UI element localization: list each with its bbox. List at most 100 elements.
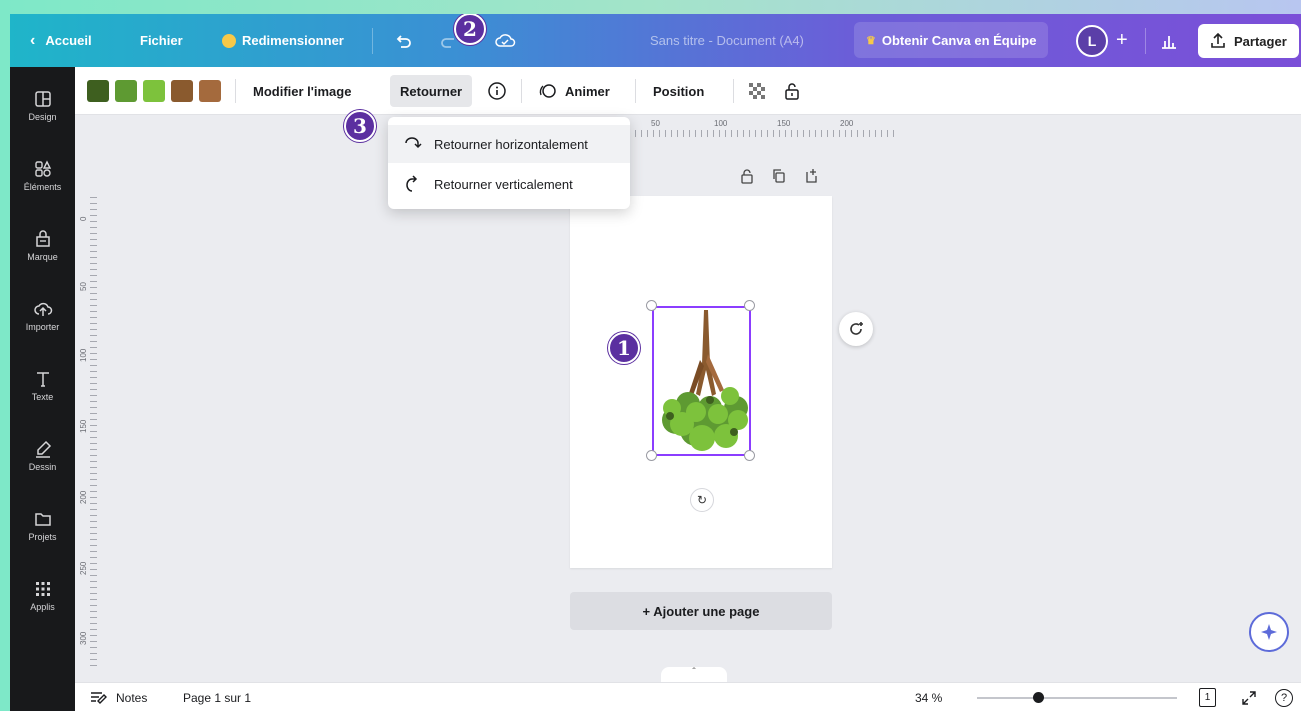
sidebar-item-elements[interactable]: Éléments <box>10 159 75 219</box>
position-button[interactable]: Position <box>653 67 704 115</box>
shapes-icon <box>34 160 51 177</box>
sidebar-item-draw[interactable]: Dessin <box>10 439 75 499</box>
step-badge-2: 2 <box>454 14 486 45</box>
notes-icon <box>91 691 107 704</box>
back-home-button[interactable]: ‹ Accueil <box>30 14 92 67</box>
resize-label: Redimensionner <box>242 33 344 48</box>
magic-assistant-button[interactable] <box>1249 612 1289 652</box>
insights-button[interactable] <box>1160 14 1178 67</box>
resize-button[interactable]: Redimensionner <box>222 14 344 67</box>
back-home-label: Accueil <box>45 33 92 48</box>
crown-icon: ♛ <box>866 34 876 47</box>
flip-horizontal-label: Retourner horizontalement <box>434 136 588 152</box>
ruler-tick: 100 <box>79 348 88 362</box>
resize-handle[interactable] <box>646 300 657 311</box>
zoom-slider-knob[interactable] <box>1033 692 1044 703</box>
sidebar-item-apps[interactable]: Applis <box>10 579 75 639</box>
rotate-handle[interactable]: ↻ <box>690 488 714 512</box>
transparency-button[interactable] <box>747 67 767 115</box>
get-canva-teams-button[interactable]: ♛ Obtenir Canva en Équipe <box>854 22 1049 58</box>
lock-button[interactable] <box>783 67 801 115</box>
share-label: Partager <box>1234 33 1287 49</box>
info-button[interactable] <box>487 67 507 115</box>
color-swatch[interactable] <box>87 80 109 102</box>
page-grid-button[interactable]: 1 <box>1199 683 1216 711</box>
color-swatch[interactable] <box>115 80 137 102</box>
canva-editor: ‹ Accueil Fichier Redimensionner Sans ti… <box>10 14 1301 711</box>
help-icon: ? <box>1275 688 1293 707</box>
resize-handle[interactable] <box>646 450 657 461</box>
undo-icon <box>396 34 411 48</box>
resize-handle[interactable] <box>744 450 755 461</box>
left-sidebar: Design Éléments Marque Importer Texte De… <box>10 67 75 711</box>
top-bar: ‹ Accueil Fichier Redimensionner Sans ti… <box>10 14 1301 67</box>
fullscreen-button[interactable] <box>1241 683 1257 711</box>
sparkle-icon <box>1261 624 1277 640</box>
sidebar-item-label: Dessin <box>28 462 57 472</box>
help-button[interactable]: ? <box>1275 683 1293 711</box>
ruler-tick: 200 <box>79 490 88 504</box>
avatar[interactable]: L <box>1076 24 1108 58</box>
divider <box>733 79 734 103</box>
sidebar-item-label: Éléments <box>23 182 62 192</box>
page-count-icon: 1 <box>1199 688 1216 707</box>
lock-icon[interactable] <box>740 168 754 184</box>
flip-button[interactable]: Retourner <box>390 75 473 107</box>
divider <box>521 79 522 103</box>
sidebar-item-projects[interactable]: Projets <box>10 509 75 569</box>
animate-label: Animer <box>565 83 610 99</box>
undo-button[interactable] <box>394 14 412 67</box>
resize-handle[interactable] <box>744 300 755 311</box>
sidebar-item-label: Applis <box>30 602 55 612</box>
ruler-tick: 50 <box>651 119 660 128</box>
regenerate-button[interactable] <box>839 312 873 346</box>
sidebar-item-upload[interactable]: Importer <box>10 299 75 359</box>
add-page-button[interactable]: + Ajouter une page <box>570 592 832 630</box>
document-title[interactable]: Sans titre - Document (A4) <box>650 14 804 67</box>
ruler-ticks <box>90 197 97 667</box>
expand-icon <box>1242 690 1256 705</box>
sidebar-item-brand[interactable]: Marque <box>10 229 75 289</box>
ruler-tick: 250 <box>79 561 88 575</box>
cloud-upload-icon <box>33 302 52 316</box>
flip-vertical-option[interactable]: Retourner verticalement <box>388 165 630 203</box>
cloud-sync-button[interactable] <box>494 14 516 67</box>
add-page-icon[interactable] <box>804 168 818 184</box>
sidebar-item-label: Importer <box>25 322 60 332</box>
avatar-initial: L <box>1076 25 1108 57</box>
sidebar-item-text[interactable]: Texte <box>10 369 75 429</box>
animate-button[interactable]: Animer <box>537 67 610 115</box>
color-swatch[interactable] <box>143 80 165 102</box>
file-menu-button[interactable]: Fichier <box>140 14 183 67</box>
flip-vertical-icon <box>406 175 418 192</box>
brand-icon <box>35 230 50 247</box>
ruler-tick: 50 <box>79 282 88 291</box>
duplicate-icon[interactable] <box>772 168 786 184</box>
add-member-button[interactable]: + <box>1116 14 1128 67</box>
page-indicator[interactable]: Page 1 sur 1 <box>183 683 251 711</box>
rotate-icon: ↻ <box>696 493 708 507</box>
zoom-percentage[interactable]: 34 % <box>915 683 942 711</box>
edit-image-button[interactable]: Modifier l'image <box>253 67 351 115</box>
flip-horizontal-option[interactable]: Retourner horizontalement <box>388 125 630 163</box>
step-badge-3: 3 <box>344 110 376 142</box>
divider <box>1145 28 1146 54</box>
ruler-horizontal: 50 100 150 200 <box>75 115 1301 137</box>
divider <box>235 79 236 103</box>
notes-label: Notes <box>116 690 148 705</box>
color-swatch[interactable] <box>171 80 193 102</box>
notes-button[interactable]: Notes <box>90 683 147 711</box>
collapse-pages-button[interactable]: ˆ <box>661 667 727 683</box>
chevron-left-icon: ‹ <box>30 31 36 49</box>
ruler-vertical: 0 50 100 150 200 250 300 <box>75 137 97 667</box>
share-button[interactable]: Partager <box>1198 24 1299 58</box>
zoom-slider-track[interactable] <box>977 697 1177 699</box>
lock-icon <box>785 83 799 100</box>
flip-vertical-label: Retourner verticalement <box>434 176 573 192</box>
sidebar-item-design[interactable]: Design <box>10 89 75 149</box>
color-swatch[interactable] <box>199 80 221 102</box>
ruler-tick: 300 <box>79 631 88 645</box>
ruler-tick: 200 <box>840 119 854 128</box>
layout-icon <box>34 91 51 107</box>
upload-icon <box>1211 33 1225 48</box>
